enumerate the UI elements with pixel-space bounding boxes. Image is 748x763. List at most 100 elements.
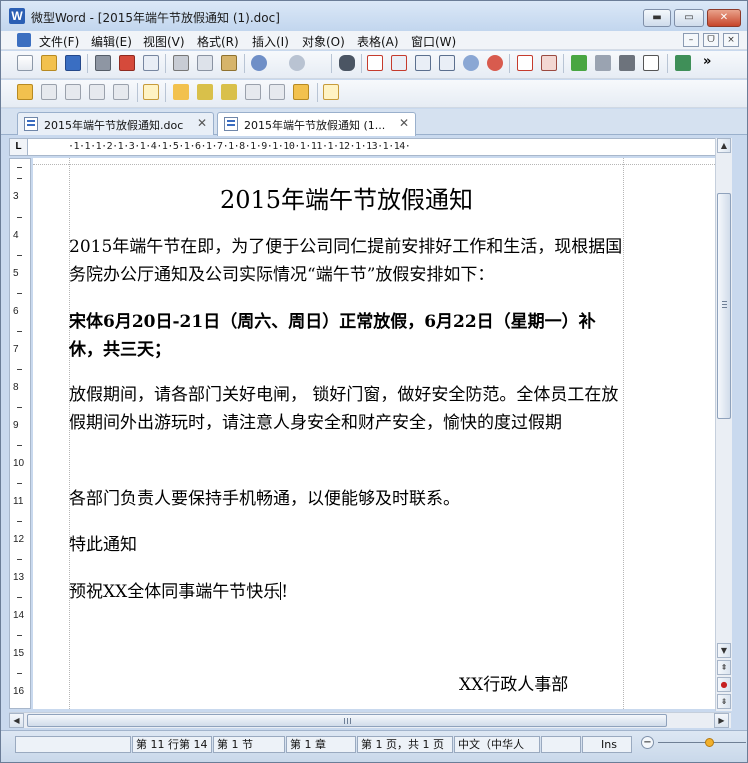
maximize-button[interactable]: ▭ bbox=[674, 9, 704, 27]
zoom-slider-track[interactable] bbox=[658, 742, 746, 743]
menu-view[interactable]: 视图(V) bbox=[143, 33, 185, 50]
ruler-number: 9 bbox=[13, 420, 19, 431]
paragraph-safety[interactable]: 放假期间，请各部门关好电闸， 锁好门窗，做好安全防范。全体员工在放假期间外出游玩… bbox=[69, 381, 629, 437]
close-button[interactable]: ✕ bbox=[707, 9, 741, 27]
next-page-button[interactable]: ⇟ bbox=[717, 694, 731, 709]
shadow-icon[interactable] bbox=[619, 55, 635, 71]
ruler-tick bbox=[17, 483, 22, 484]
normal-view-icon[interactable] bbox=[391, 55, 407, 71]
ruler-number: 5 bbox=[13, 268, 19, 279]
ruler-number: 8 bbox=[13, 382, 19, 393]
save-icon[interactable] bbox=[65, 55, 81, 71]
eraser-icon[interactable] bbox=[245, 84, 261, 100]
paste-icon[interactable] bbox=[221, 55, 237, 71]
document-menu-icon[interactable] bbox=[17, 33, 31, 47]
document-page[interactable]: 2015年端午节放假通知 2015年端午节在即，为了便于公司同仁提前安排好工作和… bbox=[33, 158, 715, 709]
pen-icon[interactable] bbox=[173, 84, 189, 100]
zoom-slider-knob[interactable] bbox=[705, 738, 714, 747]
find-icon[interactable] bbox=[339, 55, 355, 71]
print-icon[interactable] bbox=[95, 55, 111, 71]
refresh-icon[interactable] bbox=[89, 84, 105, 100]
tab-close-icon[interactable]: ✕ bbox=[197, 116, 207, 130]
signature[interactable]: XX行政人事部 bbox=[459, 671, 639, 699]
undo-icon[interactable] bbox=[251, 55, 267, 71]
open-folder-icon[interactable] bbox=[41, 55, 57, 71]
scroll-left-button[interactable]: ◀ bbox=[9, 713, 24, 728]
doc-close-button[interactable]: × bbox=[723, 33, 739, 47]
doc-minimize-button[interactable]: – bbox=[683, 33, 699, 47]
vertical-scrollbar[interactable]: ▲ ▼ ⇞ ● ⇟ bbox=[715, 138, 732, 711]
zoom-icon[interactable] bbox=[463, 55, 479, 71]
select-browse-object-button[interactable]: ● bbox=[717, 677, 731, 692]
highlight-icon[interactable] bbox=[17, 84, 33, 100]
ruler-number: 13 bbox=[13, 572, 25, 583]
zoom-out-button[interactable]: − bbox=[641, 736, 654, 749]
status-language[interactable]: 中文（中华人 bbox=[454, 736, 540, 753]
word-app-icon[interactable]: W bbox=[9, 8, 25, 24]
frame-icon[interactable] bbox=[643, 55, 659, 71]
percent-icon[interactable] bbox=[487, 55, 503, 71]
edit-icon[interactable] bbox=[41, 84, 57, 100]
doc-restore-button[interactable]: ᗜ bbox=[703, 33, 719, 47]
redo-icon[interactable] bbox=[289, 55, 305, 71]
menu-insert[interactable]: 插入(I) bbox=[252, 33, 289, 50]
paragraph-wishes[interactable]: 预祝XX全体同事端午节快乐! bbox=[69, 578, 629, 606]
vertical-ruler[interactable]: 3 4 5 6 7 8 9 10 11 12 13 14 15 16 bbox=[9, 158, 31, 709]
menu-file[interactable]: 文件(F) bbox=[39, 33, 79, 50]
scissors-icon[interactable] bbox=[269, 84, 285, 100]
menu-edit[interactable]: 编辑(E) bbox=[91, 33, 132, 50]
brush-icon[interactable] bbox=[221, 84, 237, 100]
new-doc-icon[interactable] bbox=[17, 55, 33, 71]
menu-object[interactable]: 对象(O) bbox=[302, 33, 345, 50]
document-title[interactable]: 2015年端午节放假通知 bbox=[69, 180, 624, 215]
copy-icon[interactable] bbox=[197, 55, 213, 71]
scroll-up-button[interactable]: ▲ bbox=[717, 138, 731, 153]
menu-table[interactable]: 表格(A) bbox=[357, 33, 399, 50]
chart-icon[interactable] bbox=[595, 55, 611, 71]
scroll-right-button[interactable]: ▶ bbox=[714, 713, 729, 728]
font-icon[interactable] bbox=[517, 55, 533, 71]
link-icon[interactable] bbox=[113, 84, 129, 100]
print-preview-icon[interactable] bbox=[143, 55, 159, 71]
status-insert-mode[interactable]: Ins bbox=[582, 736, 632, 753]
horizontal-scroll-thumb[interactable] bbox=[27, 714, 667, 727]
paragraph-contact[interactable]: 各部门负责人要保持手机畅通，以便能够及时联系。 bbox=[69, 485, 629, 513]
horizontal-ruler[interactable]: L ·1·1·1·2·1·3·1·4·1·5·1·6·1·7·1·8·1·9·1… bbox=[9, 138, 731, 156]
paragraph-icon[interactable] bbox=[541, 55, 557, 71]
wishes-exclamation: ! bbox=[281, 582, 289, 602]
status-line-column: 第 11 行第 14 bbox=[132, 736, 212, 753]
delete-icon[interactable] bbox=[65, 84, 81, 100]
tab-document-1[interactable]: 2015年端午节放假通知.doc ✕ bbox=[17, 112, 214, 135]
status-bar: 第 11 行第 14 第 1 节 第 1 章 第 1 页，共 1 页 中文（中华… bbox=[1, 730, 747, 762]
ruler-number: 3 bbox=[13, 191, 19, 202]
marker-icon[interactable] bbox=[197, 84, 213, 100]
note-icon[interactable] bbox=[293, 84, 309, 100]
toolbar-overflow-button[interactable]: » bbox=[703, 54, 711, 69]
sync-icon[interactable] bbox=[675, 55, 691, 71]
outline-view-icon[interactable] bbox=[415, 55, 431, 71]
ruler-tick bbox=[17, 673, 22, 674]
cut-icon[interactable] bbox=[173, 55, 189, 71]
vertical-scroll-thumb[interactable] bbox=[717, 193, 731, 419]
comment-icon[interactable] bbox=[323, 84, 339, 100]
menu-window[interactable]: 窗口(W) bbox=[411, 33, 456, 50]
export-pdf-icon[interactable] bbox=[119, 55, 135, 71]
tab-close-icon[interactable]: ✕ bbox=[399, 116, 409, 130]
drawing-toolbar bbox=[1, 80, 747, 108]
horizontal-scrollbar[interactable]: ◀ ▶ bbox=[9, 712, 731, 728]
page-view-icon[interactable] bbox=[367, 55, 383, 71]
spellcheck-icon[interactable] bbox=[571, 55, 587, 71]
paragraph-intro[interactable]: 2015年端午节在即，为了便于公司同仁提前安排好工作和生活，现根据国务院办公厅通… bbox=[69, 233, 629, 289]
menu-format[interactable]: 格式(R) bbox=[197, 33, 239, 50]
tab-stop-selector[interactable]: L bbox=[10, 139, 28, 155]
two-page-view-icon[interactable] bbox=[439, 55, 455, 71]
previous-page-button[interactable]: ⇞ bbox=[717, 660, 731, 675]
scroll-grip-icon bbox=[344, 718, 352, 724]
paragraph-schedule[interactable]: 宋体6月20日-21日（周六、周日）正常放假，6月22日（星期一）补休，共三天； bbox=[69, 308, 629, 364]
toolbar-separator bbox=[361, 54, 362, 73]
paragraph-notice[interactable]: 特此通知 bbox=[69, 531, 629, 559]
minimize-button[interactable]: ▬ bbox=[643, 9, 671, 27]
layer-icon[interactable] bbox=[143, 84, 159, 100]
scroll-down-button[interactable]: ▼ bbox=[717, 643, 731, 658]
tab-document-2[interactable]: 2015年端午节放假通知 (1... ✕ bbox=[217, 112, 416, 136]
